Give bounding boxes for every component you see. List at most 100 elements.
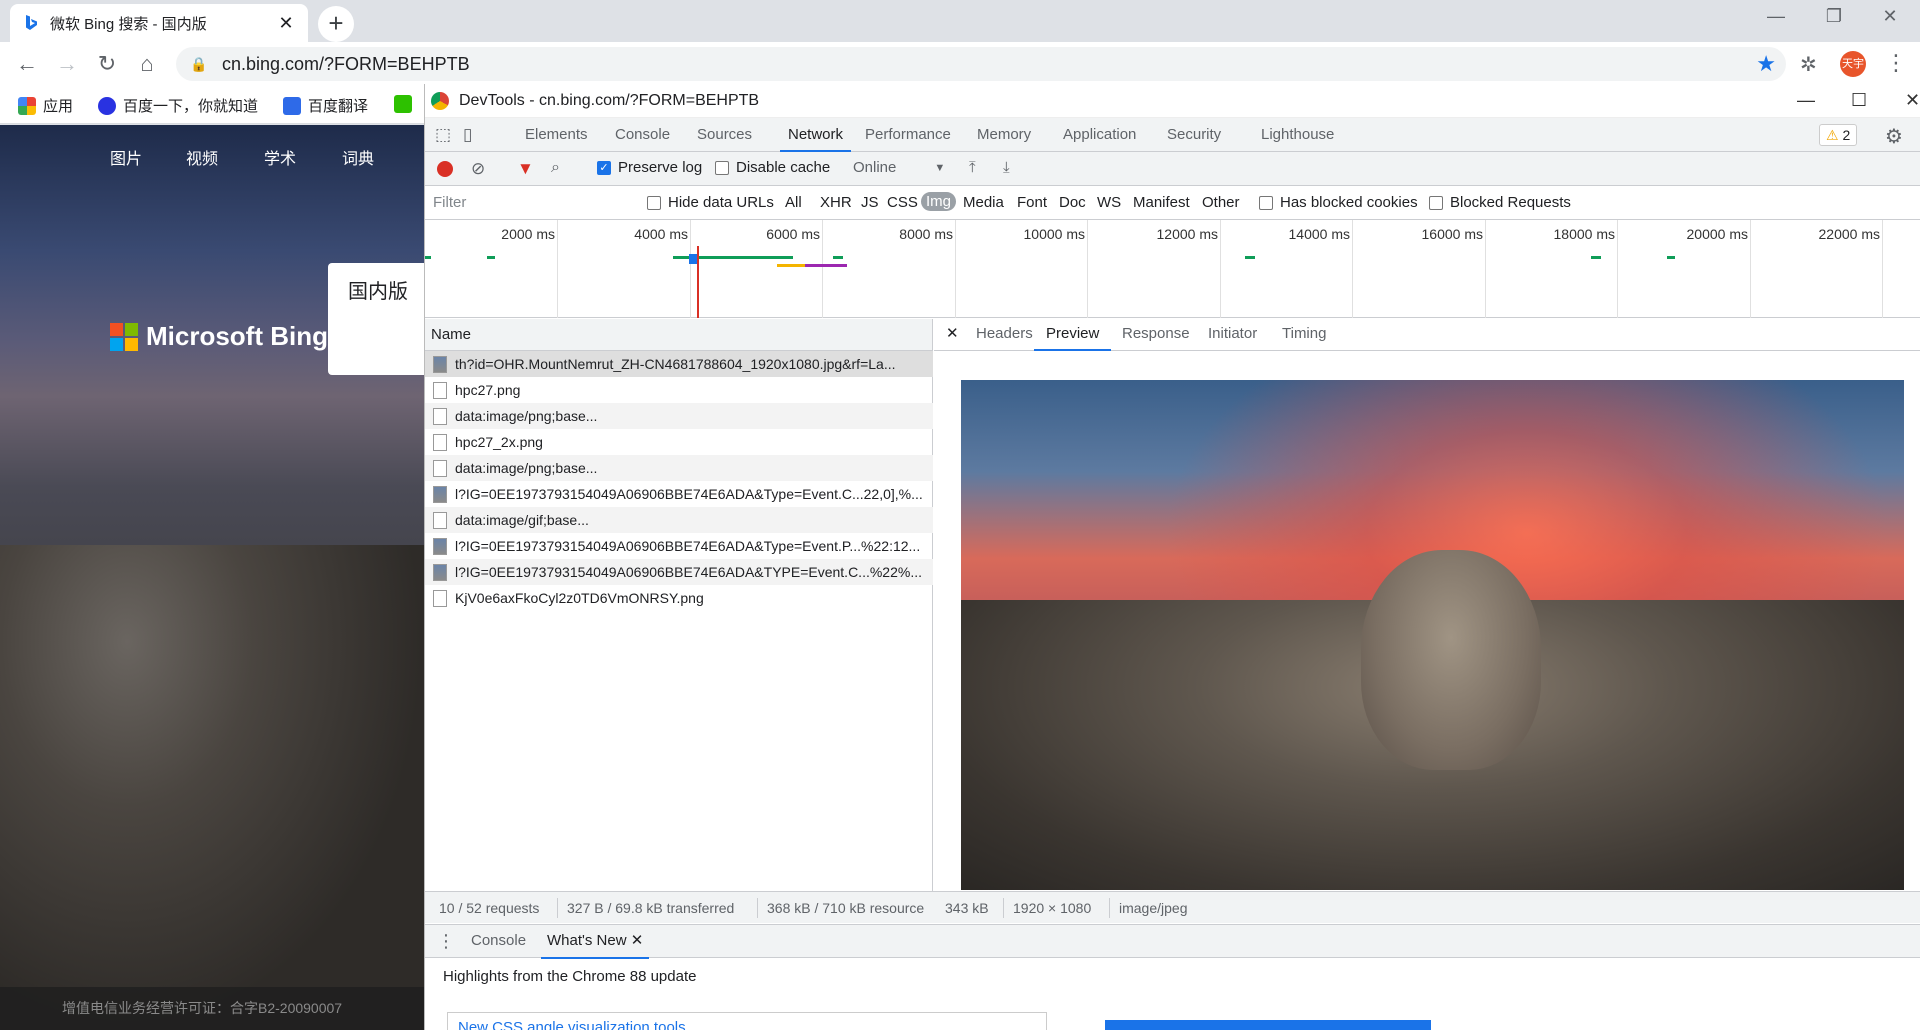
url-text[interactable]: cn.bing.com/?FORM=BEHPTB bbox=[222, 54, 1756, 75]
devtools-minimize-icon[interactable]: — bbox=[1797, 90, 1815, 111]
checkbox-unchecked[interactable] bbox=[1429, 195, 1443, 210]
reload-icon[interactable]: ↻ bbox=[94, 51, 120, 77]
card-title[interactable]: New CSS angle visualization tools bbox=[458, 1019, 686, 1030]
filter-img[interactable]: Img bbox=[921, 192, 957, 211]
devtools-maximize-icon[interactable]: ☐ bbox=[1851, 90, 1867, 111]
close-detail-icon[interactable]: ✕ bbox=[946, 319, 959, 351]
image-file-icon bbox=[433, 485, 447, 503]
filter-manifest[interactable]: Manifest bbox=[1133, 194, 1190, 211]
search-icon[interactable]: ⌕ bbox=[551, 159, 560, 177]
filter-js[interactable]: JS bbox=[861, 194, 879, 211]
checkbox-unchecked[interactable] bbox=[1259, 195, 1273, 210]
request-row[interactable]: l?IG=0EE1973793154049A06906BBE74E6ADA&Ty… bbox=[425, 481, 933, 507]
tab-memory[interactable]: Memory bbox=[977, 118, 1031, 152]
forward-icon[interactable]: → bbox=[54, 51, 80, 77]
tab-application[interactable]: Application bbox=[1063, 118, 1136, 152]
tab-performance[interactable]: Performance bbox=[865, 118, 951, 152]
clear-icon[interactable]: ⊘ bbox=[471, 159, 485, 179]
new-tab-button[interactable]: + bbox=[318, 6, 354, 42]
timeline-gridline bbox=[690, 220, 691, 318]
checkbox-checked[interactable]: ✓ bbox=[597, 160, 611, 175]
device-toolbar-icon[interactable]: ▯ bbox=[463, 118, 472, 152]
filter-doc[interactable]: Doc bbox=[1059, 194, 1086, 211]
tab-preview[interactable]: Preview bbox=[1034, 319, 1112, 351]
filter-media[interactable]: Media bbox=[963, 194, 1004, 211]
checkbox-unchecked[interactable] bbox=[715, 160, 729, 175]
browser-menu-icon[interactable]: ⋮ bbox=[1885, 50, 1907, 76]
has-blocked-cookies-checkbox[interactable]: Has blocked cookies bbox=[1259, 194, 1418, 211]
bookmark-apps[interactable]: 应用 bbox=[18, 95, 73, 116]
bookmark-partial[interactable] bbox=[394, 95, 419, 113]
inspect-element-icon[interactable]: ⬚ bbox=[435, 118, 451, 152]
nav-dictionary[interactable]: 词典 bbox=[342, 145, 374, 169]
bookmark-baidu[interactable]: 百度一下，你就知道 bbox=[98, 95, 258, 116]
filter-input[interactable]: Filter bbox=[433, 194, 466, 211]
back-icon[interactable]: ← bbox=[14, 51, 40, 77]
request-row[interactable]: hpc27_2x.png bbox=[425, 429, 933, 455]
export-har-icon[interactable]: ⤓ bbox=[1003, 159, 1010, 176]
filter-other[interactable]: Other bbox=[1202, 194, 1240, 211]
filter-xhr[interactable]: XHR bbox=[820, 194, 852, 211]
tab-security[interactable]: Security bbox=[1167, 118, 1221, 152]
image-dimensions: 1920 × 1080 bbox=[1013, 900, 1092, 916]
tab-lighthouse[interactable]: Lighthouse bbox=[1261, 118, 1334, 152]
settings-gear-icon[interactable]: ⚙ bbox=[1885, 124, 1903, 149]
drawer-menu-icon[interactable]: ⋮ bbox=[437, 925, 455, 959]
request-row[interactable]: data:image/png;base... bbox=[425, 455, 933, 481]
nav-academic[interactable]: 学术 bbox=[264, 145, 296, 169]
filter-funnel-icon[interactable]: ▼ bbox=[517, 159, 534, 179]
restore-icon[interactable]: ❐ bbox=[1814, 6, 1854, 27]
request-row[interactable]: hpc27.png bbox=[425, 377, 933, 403]
bookmark-baidu-translate[interactable]: 百度翻译 bbox=[283, 95, 368, 116]
request-row[interactable]: l?IG=0EE1973793154049A06906BBE74E6ADA&TY… bbox=[425, 559, 933, 585]
lock-icon[interactable]: 🔒 bbox=[190, 56, 207, 73]
address-bar[interactable]: 🔒 cn.bing.com/?FORM=BEHPTB ★ bbox=[176, 47, 1786, 81]
hide-data-urls-checkbox[interactable]: Hide data URLs bbox=[647, 194, 774, 211]
devtools-close-icon[interactable]: ✕ bbox=[1905, 90, 1920, 111]
request-row[interactable]: l?IG=0EE1973793154049A06906BBE74E6ADA&Ty… bbox=[425, 533, 933, 559]
tab-headers[interactable]: Headers bbox=[976, 319, 1033, 351]
timeline-gridline bbox=[1352, 220, 1353, 318]
home-icon[interactable]: ⌂ bbox=[134, 51, 160, 77]
blocked-requests-checkbox[interactable]: Blocked Requests bbox=[1429, 194, 1571, 211]
nav-videos[interactable]: 视频 bbox=[186, 145, 218, 169]
import-har-icon[interactable]: ⤒ bbox=[969, 159, 976, 176]
drawer-tab-console[interactable]: Console bbox=[471, 925, 526, 959]
filter-all[interactable]: All bbox=[785, 194, 802, 211]
browser-tab[interactable]: 微软 Bing 搜索 - 国内版 ✕ bbox=[10, 4, 308, 42]
chevron-down-icon: ▼ bbox=[934, 161, 946, 174]
filter-ws[interactable]: WS bbox=[1097, 194, 1121, 211]
warnings-badge[interactable]: ⚠ 2 bbox=[1819, 124, 1858, 146]
request-row[interactable]: data:image/png;base... bbox=[425, 403, 933, 429]
name-column-header[interactable]: Name bbox=[425, 319, 933, 351]
whats-new-card[interactable]: New CSS angle visualization tools bbox=[447, 1012, 1047, 1030]
preserve-log-checkbox[interactable]: ✓ Preserve log bbox=[597, 159, 702, 176]
tab-timing[interactable]: Timing bbox=[1282, 319, 1326, 351]
tab-sources[interactable]: Sources bbox=[697, 118, 752, 152]
close-window-icon[interactable]: ✕ bbox=[1870, 6, 1910, 27]
region-tab[interactable]: 国内版 bbox=[328, 263, 424, 375]
bookmark-star-icon[interactable]: ★ bbox=[1756, 51, 1776, 77]
network-overview-timeline[interactable]: 2000 ms 4000 ms 6000 ms 8000 ms 10000 ms… bbox=[425, 220, 1920, 318]
tab-response[interactable]: Response bbox=[1122, 319, 1190, 351]
request-row[interactable]: data:image/gif;base... bbox=[425, 507, 933, 533]
filter-css[interactable]: CSS bbox=[887, 194, 918, 211]
record-icon[interactable] bbox=[437, 161, 453, 177]
profile-avatar[interactable]: 天宇 bbox=[1840, 51, 1866, 77]
close-tab-icon[interactable]: ✕ bbox=[276, 13, 296, 34]
disable-cache-checkbox[interactable]: Disable cache bbox=[715, 159, 830, 176]
extensions-icon[interactable]: ✲ bbox=[1800, 52, 1817, 77]
tab-elements[interactable]: Elements bbox=[525, 118, 588, 152]
filter-font[interactable]: Font bbox=[1017, 194, 1047, 211]
throttle-select[interactable]: Online ▼ bbox=[853, 159, 945, 176]
checkbox-unchecked[interactable] bbox=[647, 195, 661, 210]
nav-images[interactable]: 图片 bbox=[110, 145, 142, 169]
tab-initiator[interactable]: Initiator bbox=[1208, 319, 1257, 351]
close-drawer-tab-icon[interactable]: ✕ bbox=[631, 932, 644, 949]
tab-console[interactable]: Console bbox=[615, 118, 670, 152]
request-row[interactable]: th?id=OHR.MountNemrut_ZH-CN4681788604_19… bbox=[425, 351, 933, 377]
request-row[interactable]: KjV0e6axFkoCyl2z0TD6VmONRSY.png bbox=[425, 585, 933, 611]
tab-network[interactable]: Network bbox=[780, 118, 852, 152]
minimize-icon[interactable]: — bbox=[1756, 6, 1796, 27]
drawer-tab-whats-new[interactable]: What's New ✕ bbox=[541, 925, 650, 959]
